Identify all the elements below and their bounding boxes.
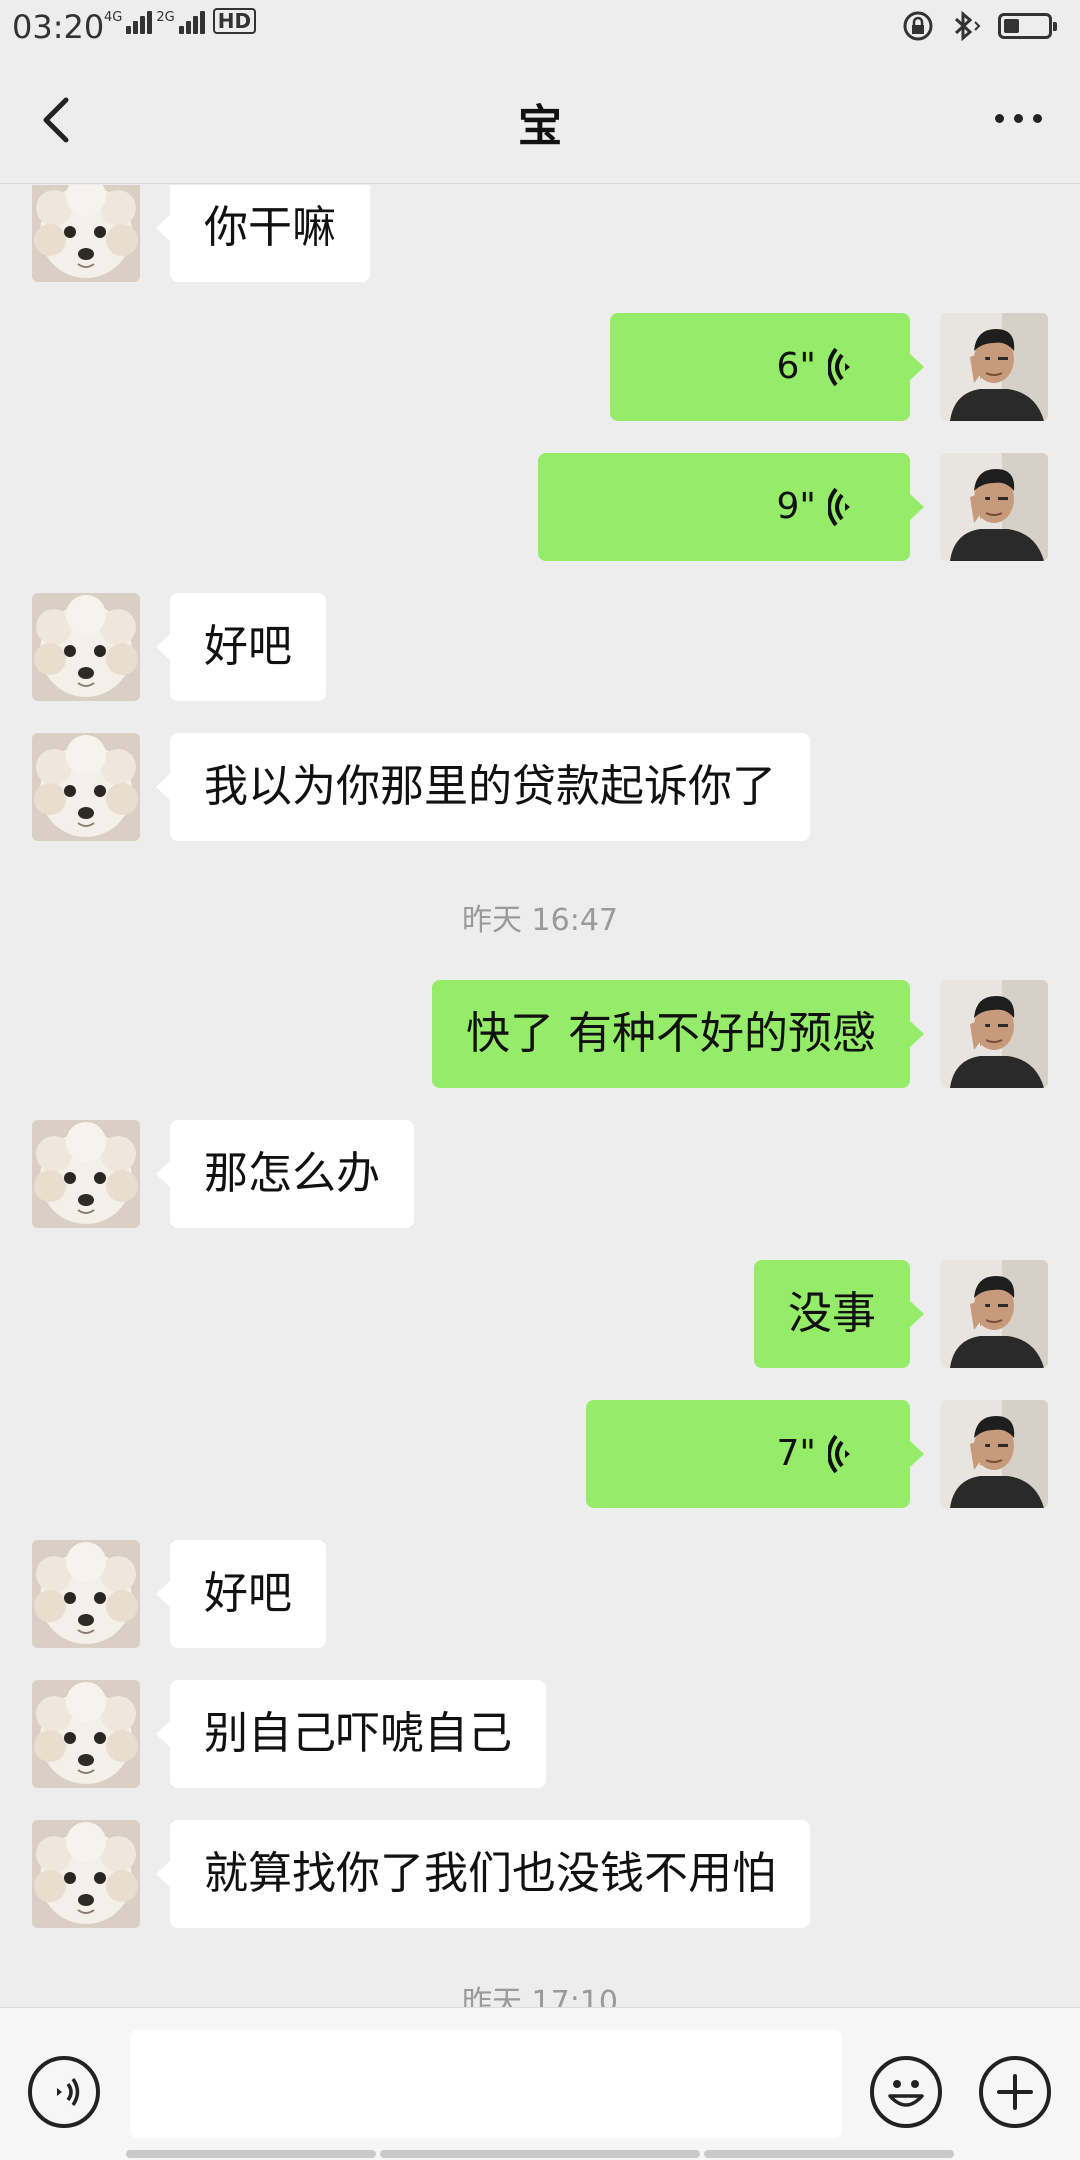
message-bubble[interactable]: 没事 bbox=[754, 1260, 924, 1368]
user-avatar[interactable] bbox=[940, 313, 1048, 421]
status-time: 03:20 bbox=[12, 8, 105, 46]
voice-duration: 7" bbox=[776, 1433, 816, 1474]
user-avatar[interactable] bbox=[940, 1260, 1048, 1368]
message-received: 别自己吓唬自己 bbox=[0, 1680, 1080, 1788]
message-received: 好吧 bbox=[0, 1540, 1080, 1648]
contact-avatar[interactable] bbox=[32, 1120, 140, 1228]
message-received: 就算找你了我们也没钱不用怕 bbox=[0, 1820, 1080, 1928]
message-bubble[interactable]: 好吧 bbox=[156, 1540, 326, 1648]
hd-badge: HD bbox=[212, 8, 257, 34]
cellular-signal-2: 2G bbox=[156, 10, 205, 34]
status-bar: 03:20 4G 2G HD bbox=[0, 0, 1080, 56]
status-right bbox=[902, 10, 1057, 42]
voice-mode-icon[interactable] bbox=[28, 2056, 100, 2128]
message-sent: 没事 bbox=[0, 1260, 1080, 1368]
voice-wave-icon bbox=[828, 347, 850, 387]
message-received: 你干嘛 bbox=[0, 185, 1080, 282]
plus-icon[interactable] bbox=[979, 2056, 1051, 2128]
message-sent-voice: 9" bbox=[0, 453, 1080, 561]
message-bubble[interactable]: 别自己吓唬自己 bbox=[156, 1680, 546, 1788]
voice-duration: 9" bbox=[776, 486, 816, 527]
message-timestamp: 昨天 17:10 bbox=[462, 1985, 618, 2007]
emoji-icon[interactable] bbox=[870, 2056, 942, 2128]
contact-avatar[interactable] bbox=[32, 1820, 140, 1928]
lock-rotation-icon bbox=[903, 11, 933, 41]
user-avatar[interactable] bbox=[940, 980, 1048, 1088]
battery-level bbox=[1004, 19, 1019, 33]
bluetooth-icon bbox=[954, 10, 981, 42]
message-timestamp: 昨天 16:47 bbox=[462, 903, 618, 938]
message-sent: 快了 有种不好的预感 bbox=[0, 980, 1080, 1088]
message-bubble[interactable]: 快了 有种不好的预感 bbox=[432, 980, 924, 1088]
message-input[interactable] bbox=[130, 2030, 842, 2138]
network-indicators: 4G 2G HD bbox=[104, 8, 257, 34]
contact-avatar[interactable] bbox=[32, 593, 140, 701]
cellular-signal-1: 4G bbox=[104, 10, 153, 34]
chat-message-list[interactable]: 你干嘛 6" 9" 好吧 我以为你那里的贷款起诉你了 昨天 16:47 快了 有… bbox=[0, 185, 1080, 2007]
chat-title: 宝 bbox=[518, 101, 562, 152]
battery-icon bbox=[998, 13, 1057, 39]
message-bubble[interactable]: 那怎么办 bbox=[156, 1120, 414, 1228]
message-bubble[interactable]: 就算找你了我们也没钱不用怕 bbox=[156, 1820, 810, 1928]
network-type-1: 4G bbox=[104, 10, 123, 25]
contact-avatar[interactable] bbox=[32, 1680, 140, 1788]
message-bubble[interactable]: 你干嘛 bbox=[156, 185, 370, 282]
message-received: 我以为你那里的贷款起诉你了 bbox=[0, 733, 1080, 841]
voice-bubble[interactable]: 6" bbox=[610, 313, 924, 421]
more-dots-icon[interactable] bbox=[995, 114, 1042, 123]
message-sent-voice: 6" bbox=[0, 313, 1080, 421]
voice-wave-icon bbox=[828, 487, 850, 527]
message-received: 那怎么办 bbox=[0, 1120, 1080, 1228]
contact-avatar[interactable] bbox=[32, 185, 140, 282]
message-received: 好吧 bbox=[0, 593, 1080, 701]
voice-duration: 6" bbox=[776, 346, 816, 387]
user-avatar[interactable] bbox=[940, 1400, 1048, 1508]
system-nav-indicator bbox=[126, 2150, 376, 2158]
input-bar bbox=[0, 2007, 1080, 2160]
message-bubble[interactable]: 好吧 bbox=[156, 593, 326, 701]
contact-avatar[interactable] bbox=[32, 733, 140, 841]
network-type-2: 2G bbox=[156, 10, 175, 25]
contact-avatar[interactable] bbox=[32, 1540, 140, 1648]
voice-bubble[interactable]: 7" bbox=[586, 1400, 924, 1508]
voice-wave-icon bbox=[828, 1434, 850, 1474]
message-bubble[interactable]: 我以为你那里的贷款起诉你了 bbox=[156, 733, 810, 841]
chat-header: 宝 bbox=[0, 56, 1080, 184]
user-avatar[interactable] bbox=[940, 453, 1048, 561]
system-nav-indicator bbox=[704, 2150, 954, 2158]
voice-bubble[interactable]: 9" bbox=[538, 453, 924, 561]
system-nav-indicator bbox=[380, 2150, 700, 2158]
message-sent-voice: 7" bbox=[0, 1400, 1080, 1508]
